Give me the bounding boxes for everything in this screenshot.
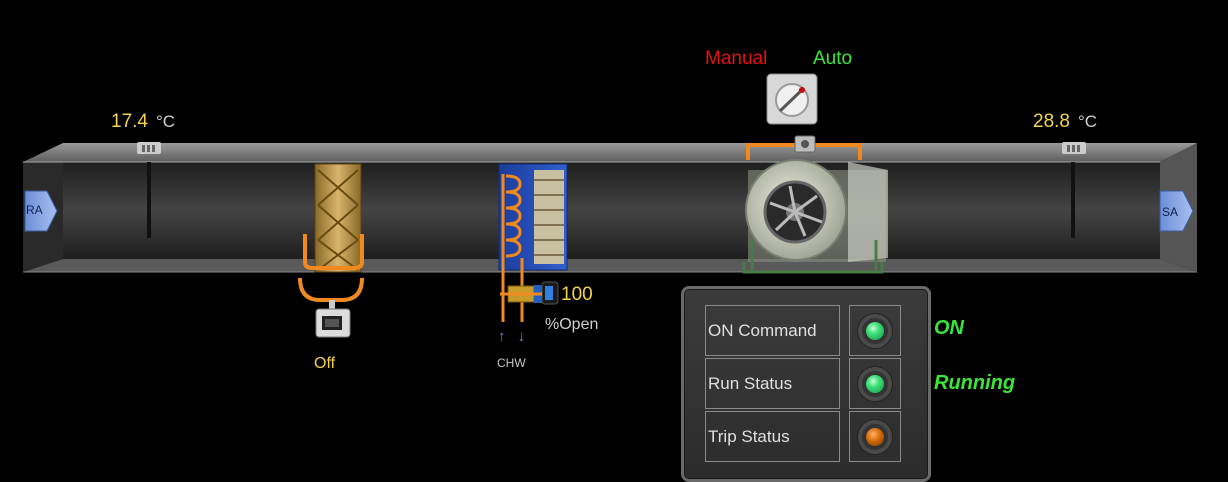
trip-status-label: Trip Status [705, 411, 840, 462]
chw-label: CHW [497, 356, 526, 370]
on-command-lamp-icon [858, 314, 892, 348]
selector-knob-icon [766, 73, 818, 125]
return-air-label: RA [26, 203, 43, 217]
supply-air-label: SA [1162, 205, 1179, 219]
chw-flow-arrows: ↑ ↓ [498, 328, 530, 345]
on-command-row: ON Command [705, 305, 901, 358]
trip-status-lamp-icon [858, 420, 892, 454]
hand-auto-selector-switch[interactable] [766, 73, 818, 125]
return-air-temperature: 17.4 °C [111, 111, 175, 133]
trip-status-row: Trip Status [705, 411, 901, 464]
mode-auto-label: Auto [813, 48, 853, 69]
air-handler-duct [23, 135, 1197, 338]
run-status-lamp-icon [858, 367, 892, 401]
on-command-label: ON Command [705, 305, 840, 356]
return-air-temp-value: 17.4 [111, 111, 148, 132]
valve-position-unit: %Open [545, 316, 599, 333]
on-command-lamp-cell[interactable] [849, 305, 901, 356]
mode-manual-label: Manual [705, 48, 768, 69]
chilled-water-valve-icon [500, 281, 559, 305]
valve-position-value: 100 [561, 284, 593, 305]
run-status-text: Running [934, 372, 1016, 394]
duct-top-panel [23, 143, 1197, 162]
on-command-status-text: ON [934, 317, 964, 339]
filter-status-text: Off [314, 355, 336, 372]
run-status-label: Run Status [705, 358, 840, 409]
duct-interior [63, 162, 1160, 259]
trip-status-lamp-cell [849, 411, 901, 462]
filter-pressure-switch-icon [315, 308, 351, 338]
run-status-row: Run Status [705, 358, 901, 411]
run-status-lamp-cell [849, 358, 901, 409]
supply-air-temp-unit: °C [1077, 112, 1098, 131]
return-air-temp-unit: °C [155, 112, 176, 131]
status-panel: ON Command Run Status Trip Status [681, 286, 931, 482]
supply-air-temp-value: 28.8 [1033, 111, 1070, 132]
supply-air-temperature: 28.8 °C [1033, 111, 1097, 133]
duct-bottom-panel [23, 259, 1197, 272]
